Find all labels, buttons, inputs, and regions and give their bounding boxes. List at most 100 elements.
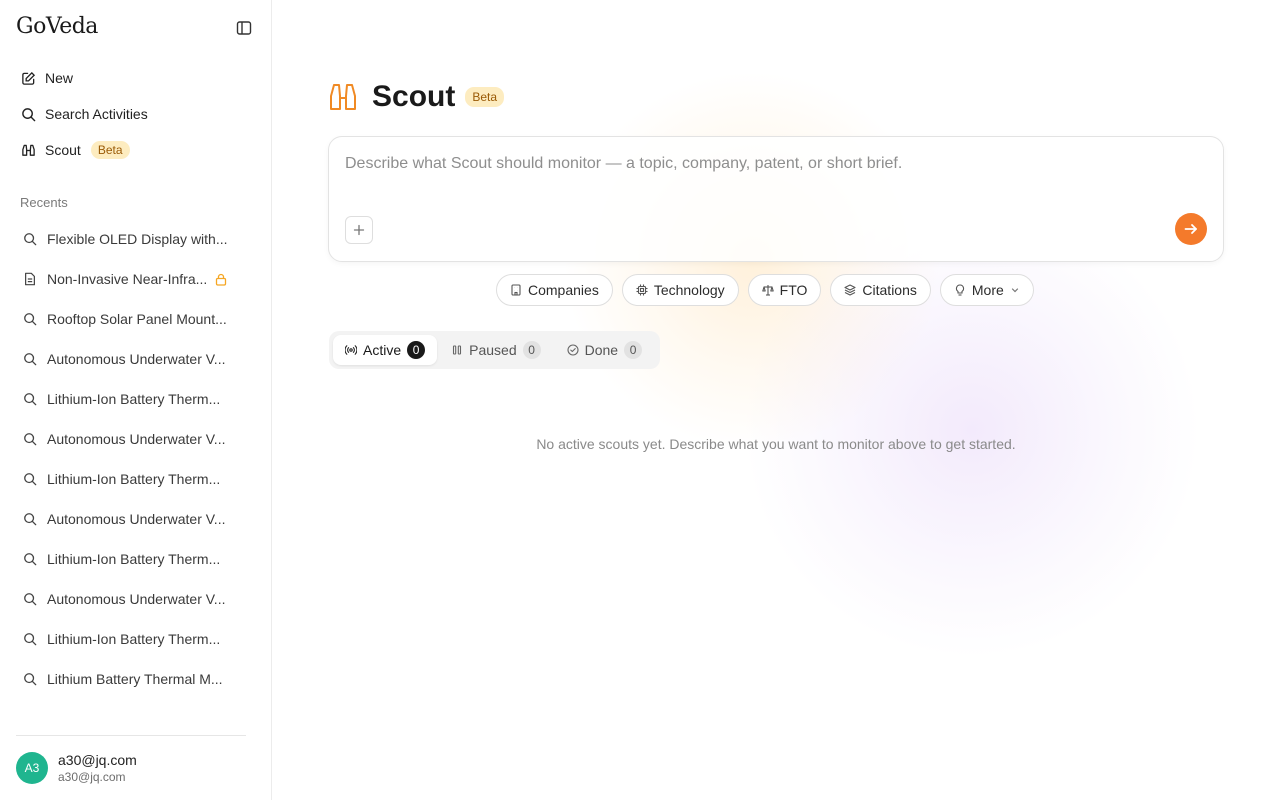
search-icon <box>22 431 38 447</box>
chip-label: Companies <box>528 282 599 298</box>
search-icon <box>22 631 38 647</box>
beta-badge: Beta <box>465 87 505 107</box>
search-icon <box>20 106 36 122</box>
main-content: Scout Beta Companies Technology FTO Cita… <box>272 0 1280 800</box>
plus-icon <box>353 224 365 236</box>
user-menu[interactable]: A3 a30@jq.com a30@jq.com <box>16 752 137 784</box>
list-item[interactable]: Flexible OLED Display with... <box>14 219 254 259</box>
list-item-label: Autonomous Underwater V... <box>47 511 226 527</box>
submit-button[interactable] <box>1175 213 1207 245</box>
background-glow-purple <box>742 200 1202 660</box>
chip-label: Technology <box>653 282 725 298</box>
count-badge: 0 <box>624 341 643 359</box>
arrow-right-icon <box>1184 224 1197 234</box>
tab-done[interactable]: Done 0 <box>555 335 654 365</box>
binoculars-icon <box>20 142 36 158</box>
search-icon <box>22 671 38 687</box>
list-item-label: Rooftop Solar Panel Mount... <box>47 311 227 327</box>
lock-icon <box>215 273 227 286</box>
list-item[interactable]: Autonomous Underwater V... <box>14 339 254 379</box>
empty-state-message: No active scouts yet. Describe what you … <box>536 436 1016 452</box>
list-item[interactable]: Lithium-Ion Battery Therm... <box>14 619 254 659</box>
sidebar-item-label: Scout <box>45 142 81 158</box>
suggestion-chips: Companies Technology FTO Citations More <box>496 274 1043 306</box>
tab-active[interactable]: Active 0 <box>333 335 438 365</box>
search-icon <box>22 391 38 407</box>
list-item-label: Lithium-Ion Battery Therm... <box>47 471 221 487</box>
page-title: Scout <box>372 80 456 113</box>
search-icon <box>22 591 38 607</box>
list-item-label: Lithium-Ion Battery Therm... <box>47 391 221 407</box>
check-circle-icon <box>567 344 579 356</box>
list-item[interactable]: Lithium-Ion Battery Therm... <box>14 459 254 499</box>
scout-prompt-input[interactable] <box>345 155 1205 195</box>
user-name: a30@jq.com <box>58 752 137 768</box>
sidebar-item-search-activities[interactable]: Search Activities <box>10 96 262 132</box>
search-icon <box>22 351 38 367</box>
list-item[interactable]: Autonomous Underwater V... <box>14 579 254 619</box>
scout-composer <box>328 136 1224 262</box>
edit-icon <box>20 70 36 86</box>
tab-label: Active <box>363 342 402 358</box>
user-divider <box>16 735 246 736</box>
list-item[interactable]: Non-Invasive Near-Infra... <box>14 259 254 299</box>
document-icon <box>22 271 38 287</box>
recents-list: Flexible OLED Display with... Non-Invasi… <box>14 219 254 699</box>
list-item[interactable]: Rooftop Solar Panel Mount... <box>14 299 254 339</box>
list-item-label: Autonomous Underwater V... <box>47 591 226 607</box>
user-info: a30@jq.com a30@jq.com <box>58 752 137 784</box>
broadcast-icon <box>345 344 357 356</box>
tab-label: Done <box>584 342 619 358</box>
chevron-down-icon <box>1010 285 1020 295</box>
user-email: a30@jq.com <box>58 770 126 784</box>
search-icon <box>22 471 38 487</box>
tab-paused[interactable]: Paused 0 <box>439 335 552 365</box>
search-icon <box>22 511 38 527</box>
search-icon <box>22 551 38 567</box>
recents-heading: Recents <box>20 195 68 210</box>
building-icon <box>510 284 522 296</box>
beta-badge: Beta <box>90 141 130 159</box>
avatar: A3 <box>16 752 48 784</box>
list-item[interactable]: Autonomous Underwater V... <box>14 499 254 539</box>
lightbulb-icon <box>954 284 966 296</box>
chip-label: Citations <box>862 282 917 298</box>
cpu-icon <box>636 284 648 296</box>
list-item[interactable]: Lithium-Ion Battery Therm... <box>14 539 254 579</box>
sidebar-item-scout[interactable]: Scout Beta <box>10 132 262 168</box>
list-item-label: Autonomous Underwater V... <box>47 351 226 367</box>
chip-more[interactable]: More <box>939 274 1034 306</box>
count-badge: 0 <box>522 341 541 359</box>
sidebar-nav: New Search Activities Scout Beta <box>10 60 262 168</box>
search-icon <box>22 231 38 247</box>
sidebar-toggle-button[interactable] <box>234 18 254 38</box>
count-badge: 0 <box>407 341 426 359</box>
tab-label: Paused <box>469 342 517 358</box>
sidebar: GoVeda New Search Activities Scout Beta … <box>0 0 272 800</box>
list-item-label: Lithium-Ion Battery Therm... <box>47 631 221 647</box>
pause-icon <box>451 344 463 356</box>
search-icon <box>22 311 38 327</box>
chip-citations[interactable]: Citations <box>830 274 931 306</box>
list-item-label: Flexible OLED Display with... <box>47 231 228 247</box>
add-attachment-button[interactable] <box>345 216 373 244</box>
chip-technology[interactable]: Technology <box>621 274 739 306</box>
scale-icon <box>761 284 774 296</box>
sidebar-item-label: Search Activities <box>45 106 148 122</box>
list-item[interactable]: Autonomous Underwater V... <box>14 419 254 459</box>
list-item-label: Lithium Battery Thermal M... <box>47 671 223 687</box>
chip-fto[interactable]: FTO <box>747 274 822 306</box>
list-item-label: Lithium-Ion Battery Therm... <box>47 551 221 567</box>
page-header: Scout Beta <box>328 80 505 114</box>
sidebar-item-new[interactable]: New <box>10 60 262 96</box>
list-item-label: Autonomous Underwater V... <box>47 431 226 447</box>
list-item[interactable]: Lithium-Ion Battery Therm... <box>14 379 254 419</box>
chip-label: More <box>971 282 1004 298</box>
sidebar-item-label: New <box>45 70 74 86</box>
brand-logo[interactable]: GoVeda <box>16 14 98 39</box>
sidebar-panel-icon <box>236 21 252 35</box>
status-tabs: Active 0 Paused 0 Done 0 <box>329 331 661 369</box>
list-item-label: Non-Invasive Near-Infra... <box>47 271 208 287</box>
list-item[interactable]: Lithium Battery Thermal M... <box>14 659 254 699</box>
chip-companies[interactable]: Companies <box>496 274 613 306</box>
